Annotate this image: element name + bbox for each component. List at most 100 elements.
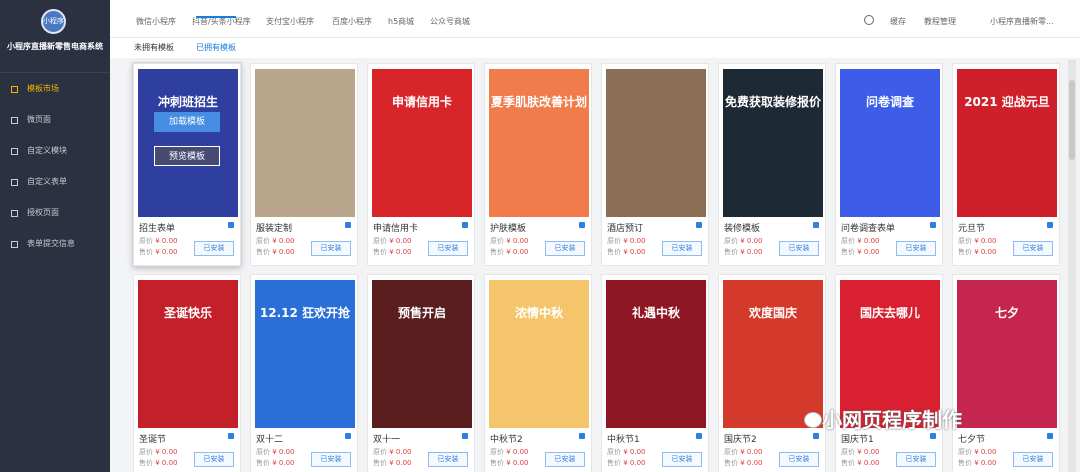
template-card[interactable]: 夏季肌肤改善计划 护肤模板 原价 ¥ 0.00 售价 ¥ 0.00 已安装	[484, 63, 592, 266]
sale-price-value: ¥ 0.00	[974, 248, 997, 256]
scrollbar[interactable]	[1068, 60, 1076, 472]
template-card[interactable]: 国庆去哪儿 国庆节1 原价 ¥ 0.00 售价 ¥ 0.00 已安装	[835, 274, 943, 472]
template-thumbnail: 免费获取装修报价	[723, 69, 823, 217]
sale-price-label: 售价	[958, 248, 972, 256]
template-card[interactable]: 问卷调查 问卷调查表单 原价 ¥ 0.00 售价 ¥ 0.00 已安装	[835, 63, 943, 266]
edit-icon[interactable]	[228, 222, 234, 228]
template-card[interactable]: 欢度国庆 国庆节2 原价 ¥ 0.00 售价 ¥ 0.00 已安装	[718, 274, 826, 472]
installed-button[interactable]: 已安装	[311, 241, 351, 256]
edit-icon[interactable]	[696, 433, 702, 439]
sidebar-item[interactable]: 自定义表单	[0, 169, 110, 195]
edit-icon[interactable]	[462, 222, 468, 228]
installed-button[interactable]: 已安装	[779, 452, 819, 467]
sale-price: 售价 ¥ 0.00	[256, 247, 295, 257]
installed-button[interactable]: 已安装	[194, 452, 234, 467]
sale-price: 售价 ¥ 0.00	[607, 458, 646, 468]
edit-icon[interactable]	[579, 433, 585, 439]
installed-button[interactable]: 已安装	[779, 241, 819, 256]
tab-platform[interactable]: h5商城	[388, 16, 414, 27]
template-card[interactable]: 酒店预订 原价 ¥ 0.00 售价 ¥ 0.00 已安装	[601, 63, 709, 266]
template-thumbnail: 浓情中秋	[489, 280, 589, 428]
tab-platform[interactable]: 百度小程序	[332, 16, 372, 27]
download-icon[interactable]	[864, 15, 874, 25]
installed-button[interactable]: 已安装	[662, 241, 702, 256]
installed-button[interactable]: 已安装	[194, 241, 234, 256]
sidebar-item[interactable]: 模板市场	[0, 76, 110, 102]
sidebar-divider	[0, 72, 110, 73]
sidebar-item[interactable]: 自定义模块	[0, 138, 110, 164]
installed-button[interactable]: 已安装	[428, 241, 468, 256]
template-card[interactable]: 七夕 七夕节 原价 ¥ 0.00 售价 ¥ 0.00 已安装	[952, 274, 1060, 472]
installed-button[interactable]: 已安装	[1013, 241, 1053, 256]
sale-price-value: ¥ 0.00	[506, 459, 529, 467]
installed-button[interactable]: 已安装	[662, 452, 702, 467]
installed-button[interactable]: 已安装	[1013, 452, 1053, 467]
menu-icon	[11, 86, 18, 93]
account-menu[interactable]: 小程序直播新零...	[990, 16, 1054, 27]
cache-link[interactable]: 缓存	[890, 16, 906, 27]
edit-icon[interactable]	[930, 222, 936, 228]
template-card[interactable]: 礼遇中秋 中秋节1 原价 ¥ 0.00 售价 ¥ 0.00 已安装	[601, 274, 709, 472]
template-card[interactable]: 预售开启 双十一 原价 ¥ 0.00 售价 ¥ 0.00 已安装	[367, 274, 475, 472]
template-card[interactable]: 2021 迎战元旦 元旦节 原价 ¥ 0.00 售价 ¥ 0.00 已安装	[952, 63, 1060, 266]
original-price-value: ¥ 0.00	[740, 448, 763, 456]
template-thumbnail: 冲刺班招生	[138, 69, 238, 217]
sidebar-item[interactable]: 授权页面	[0, 200, 110, 226]
tab-platform[interactable]: 微信小程序	[136, 16, 176, 27]
original-price: 原价 ¥ 0.00	[139, 236, 178, 246]
sale-price: 售价 ¥ 0.00	[607, 247, 646, 257]
template-card[interactable]: 申请信用卡 申请信用卡 原价 ¥ 0.00 售价 ¥ 0.00 已安装	[367, 63, 475, 266]
template-name: 元旦节	[958, 224, 986, 234]
edit-icon[interactable]	[579, 222, 585, 228]
tutorial-menu[interactable]: 教程管理	[924, 16, 956, 27]
original-price-value: ¥ 0.00	[389, 237, 412, 245]
tab-platform[interactable]: 公众号商城	[430, 16, 470, 27]
installed-button[interactable]: 已安装	[311, 452, 351, 467]
edit-icon[interactable]	[930, 433, 936, 439]
sidebar-item[interactable]: 表单提交信息	[0, 231, 110, 257]
template-card[interactable]: 免费获取装修报价 装修模板 原价 ¥ 0.00 售价 ¥ 0.00 已安装	[718, 63, 826, 266]
original-price: 原价 ¥ 0.00	[373, 447, 412, 457]
load-template-button[interactable]: 加载模板	[154, 112, 220, 132]
installed-button[interactable]: 已安装	[545, 241, 585, 256]
sidebar-item-label: 微页面	[27, 115, 51, 124]
sale-price-value: ¥ 0.00	[272, 248, 295, 256]
template-card[interactable]: 圣诞快乐 圣诞节 原价 ¥ 0.00 售价 ¥ 0.00 已安装	[133, 274, 241, 472]
edit-icon[interactable]	[228, 433, 234, 439]
edit-icon[interactable]	[696, 222, 702, 228]
edit-icon[interactable]	[1047, 433, 1053, 439]
installed-button[interactable]: 已安装	[896, 241, 936, 256]
active-tab-underline	[196, 16, 236, 18]
template-card[interactable]: 服装定制 原价 ¥ 0.00 售价 ¥ 0.00 已安装	[250, 63, 358, 266]
tab-owned[interactable]: 已拥有模板	[196, 42, 236, 53]
original-price-value: ¥ 0.00	[272, 237, 295, 245]
edit-icon[interactable]	[813, 222, 819, 228]
edit-icon[interactable]	[1047, 222, 1053, 228]
sale-price-value: ¥ 0.00	[623, 248, 646, 256]
installed-button[interactable]: 已安装	[896, 452, 936, 467]
sidebar-item[interactable]: 微页面	[0, 107, 110, 133]
original-price: 原价 ¥ 0.00	[607, 236, 646, 246]
sale-price: 售价 ¥ 0.00	[958, 247, 997, 257]
template-name: 招生表单	[139, 224, 176, 234]
sale-price-label: 售价	[724, 459, 738, 467]
original-price-label: 原价	[256, 237, 270, 245]
sale-price: 售价 ¥ 0.00	[490, 247, 529, 257]
original-price-value: ¥ 0.00	[623, 448, 646, 456]
template-thumbnail: 12.12 狂欢开抢	[255, 280, 355, 428]
edit-icon[interactable]	[813, 433, 819, 439]
installed-button[interactable]: 已安装	[545, 452, 585, 467]
original-price-value: ¥ 0.00	[506, 448, 529, 456]
edit-icon[interactable]	[462, 433, 468, 439]
template-card[interactable]: 12.12 狂欢开抢 双十二 原价 ¥ 0.00 售价 ¥ 0.00 已安装	[250, 274, 358, 472]
sale-price-label: 售价	[490, 248, 504, 256]
installed-button[interactable]: 已安装	[428, 452, 468, 467]
template-card[interactable]: 冲刺班招生 加载模板 预览模板 招生表单 原价 ¥ 0.00 售价 ¥ 0.00 已安装	[133, 63, 241, 266]
preview-template-button[interactable]: 预览模板	[154, 146, 220, 166]
template-card[interactable]: 浓情中秋 中秋节2 原价 ¥ 0.00 售价 ¥ 0.00 已安装	[484, 274, 592, 472]
edit-icon[interactable]	[345, 222, 351, 228]
tab-platform[interactable]: 支付宝小程序	[266, 16, 314, 27]
original-price-value: ¥ 0.00	[857, 237, 880, 245]
edit-icon[interactable]	[345, 433, 351, 439]
tab-unowned[interactable]: 未拥有模板	[134, 42, 174, 53]
